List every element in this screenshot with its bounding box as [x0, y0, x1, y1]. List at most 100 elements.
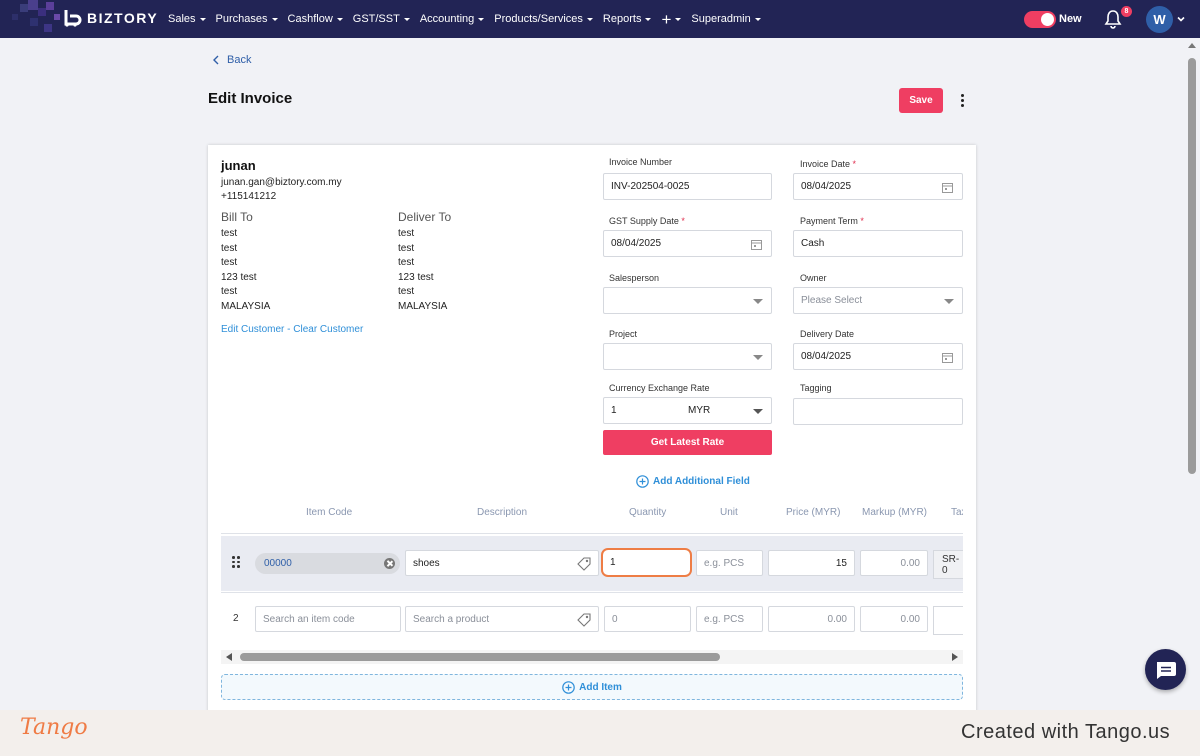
- deliver-to-heading: Deliver To: [398, 210, 452, 224]
- add-additional-field-button[interactable]: Add Additional Field: [636, 475, 750, 488]
- add-item-label: Add Item: [579, 681, 622, 693]
- calendar-icon[interactable]: [942, 352, 953, 363]
- scroll-left-arrow-icon[interactable]: [226, 653, 232, 661]
- scrollbar-thumb[interactable]: [1188, 58, 1196, 474]
- currency-rate-label-text: Currency Exchange Rate: [609, 383, 710, 393]
- owner-label-text: Owner: [800, 273, 827, 283]
- markup-input[interactable]: 0.00: [860, 606, 928, 632]
- project-label: Project: [609, 329, 637, 339]
- dropdown-arrow-icon: [753, 355, 763, 360]
- exchange-rate-value: 1: [611, 405, 617, 416]
- nav-superadmin[interactable]: Superadmin: [691, 13, 761, 25]
- save-button[interactable]: Save: [899, 88, 943, 113]
- item-code-search-input[interactable]: Search an item code: [255, 606, 401, 632]
- nav-accounting[interactable]: Accounting: [420, 13, 485, 25]
- currency-rate-input[interactable]: 1 MYR: [603, 397, 772, 424]
- calendar-icon[interactable]: [942, 182, 953, 193]
- price-value: 15: [835, 557, 847, 569]
- price-value: 0.00: [827, 613, 847, 625]
- user-avatar[interactable]: W: [1146, 6, 1173, 33]
- tag-icon[interactable]: [577, 613, 591, 627]
- edit-customer-link[interactable]: Edit Customer: [221, 324, 284, 335]
- nav-products-services-label: Products/Services: [494, 13, 583, 25]
- column-header-item-code: Item Code: [306, 507, 353, 518]
- page-scrollbar[interactable]: [1186, 40, 1198, 710]
- deliver-to-line: MALAYSIA: [398, 301, 448, 312]
- item-code-chip[interactable]: 00000: [255, 553, 400, 574]
- salesperson-select[interactable]: [603, 287, 772, 314]
- owner-select[interactable]: Please Select: [793, 287, 963, 314]
- nav-purchases[interactable]: Purchases: [216, 13, 278, 25]
- nav-sales[interactable]: Sales: [168, 13, 206, 25]
- dropdown-arrow-icon: [753, 299, 763, 304]
- new-ui-toggle[interactable]: [1024, 11, 1056, 28]
- description-value: shoes: [413, 557, 440, 569]
- delivery-date-input[interactable]: 08/04/2025: [793, 343, 963, 370]
- gst-supply-date-input[interactable]: 08/04/2025: [603, 230, 772, 257]
- back-link[interactable]: Back: [213, 54, 251, 66]
- nav-products-services[interactable]: Products/Services: [494, 13, 593, 25]
- unit-input[interactable]: e.g. PCS: [696, 550, 763, 576]
- chat-support-button[interactable]: [1145, 649, 1186, 690]
- currency-code-select[interactable]: MYR: [688, 405, 710, 416]
- description-placeholder: Search a product: [413, 613, 490, 625]
- gst-supply-date-label-text: GST Supply Date: [609, 216, 679, 226]
- clear-icon[interactable]: [384, 558, 395, 569]
- quantity-input[interactable]: 1: [601, 548, 692, 577]
- tax-select[interactable]: SR-0: [933, 550, 963, 579]
- clear-customer-link[interactable]: Clear Customer: [293, 324, 363, 335]
- deliver-to-line: test: [398, 286, 415, 297]
- quantity-value: 1: [610, 557, 616, 568]
- customer-phone: +115141212: [221, 191, 277, 202]
- chevron-down-icon: [754, 17, 761, 21]
- add-item-button[interactable]: Add Item: [221, 674, 963, 700]
- scroll-right-arrow-icon[interactable]: [952, 653, 958, 661]
- scrollbar-thumb[interactable]: [240, 653, 720, 661]
- nav-cashflow-label: Cashflow: [287, 13, 333, 25]
- chevron-down-icon[interactable]: [1177, 15, 1185, 23]
- add-additional-field-label: Add Additional Field: [653, 476, 750, 487]
- drag-handle-icon[interactable]: [232, 556, 240, 568]
- invoice-number-value: INV-202504-0025: [611, 181, 690, 192]
- price-input[interactable]: 0.00: [768, 606, 855, 632]
- calendar-icon[interactable]: [751, 239, 762, 250]
- scroll-up-arrow-icon[interactable]: [1188, 43, 1196, 48]
- invoice-date-input[interactable]: 08/04/2025: [793, 173, 963, 200]
- project-select[interactable]: [603, 343, 772, 370]
- nav-cashflow[interactable]: Cashflow: [288, 13, 343, 25]
- table-horizontal-scrollbar[interactable]: [221, 650, 963, 664]
- markup-value: 0.00: [900, 613, 920, 625]
- nav-reports[interactable]: Reports: [603, 13, 652, 25]
- nav-gst-sst[interactable]: GST/SST: [353, 13, 410, 25]
- chevron-down-icon: [271, 17, 278, 21]
- description-input[interactable]: shoes: [405, 550, 599, 576]
- tagging-label-text: Tagging: [800, 383, 832, 393]
- description-search-input[interactable]: Search a product: [405, 606, 599, 632]
- tango-logo: Tango: [20, 715, 88, 740]
- tagging-input[interactable]: [793, 398, 963, 425]
- biztory-logo[interactable]: BIZTORY: [62, 8, 158, 28]
- bell-icon[interactable]: [1104, 9, 1122, 29]
- dropdown-arrow-icon[interactable]: [753, 409, 763, 414]
- deliver-to-line: 123 test: [398, 272, 434, 283]
- payment-term-input[interactable]: Cash: [793, 230, 963, 257]
- project-label-text: Project: [609, 329, 638, 339]
- nav-create-new[interactable]: +: [661, 11, 682, 28]
- tax-select[interactable]: [933, 606, 963, 635]
- price-input[interactable]: 15: [768, 550, 855, 576]
- get-latest-rate-button[interactable]: Get Latest Rate: [603, 430, 772, 455]
- column-header-price: Price (MYR): [786, 507, 841, 518]
- delivery-date-label-text: Delivery Date: [800, 329, 855, 339]
- delivery-date-value: 08/04/2025: [801, 351, 852, 362]
- plus-circle-icon: [636, 475, 649, 488]
- quantity-input[interactable]: 0: [604, 606, 691, 632]
- chevron-down-icon: [403, 17, 410, 21]
- more-options-icon[interactable]: [958, 94, 966, 110]
- markup-input[interactable]: 0.00: [860, 550, 928, 576]
- unit-input[interactable]: e.g. PCS: [696, 606, 763, 632]
- invoice-number-input[interactable]: INV-202504-0025: [603, 173, 772, 200]
- tag-icon[interactable]: [577, 557, 591, 571]
- nav-superadmin-label: Superadmin: [691, 13, 751, 25]
- chevron-left-icon: [213, 55, 219, 65]
- gst-supply-date-value: 08/04/2025: [611, 238, 662, 249]
